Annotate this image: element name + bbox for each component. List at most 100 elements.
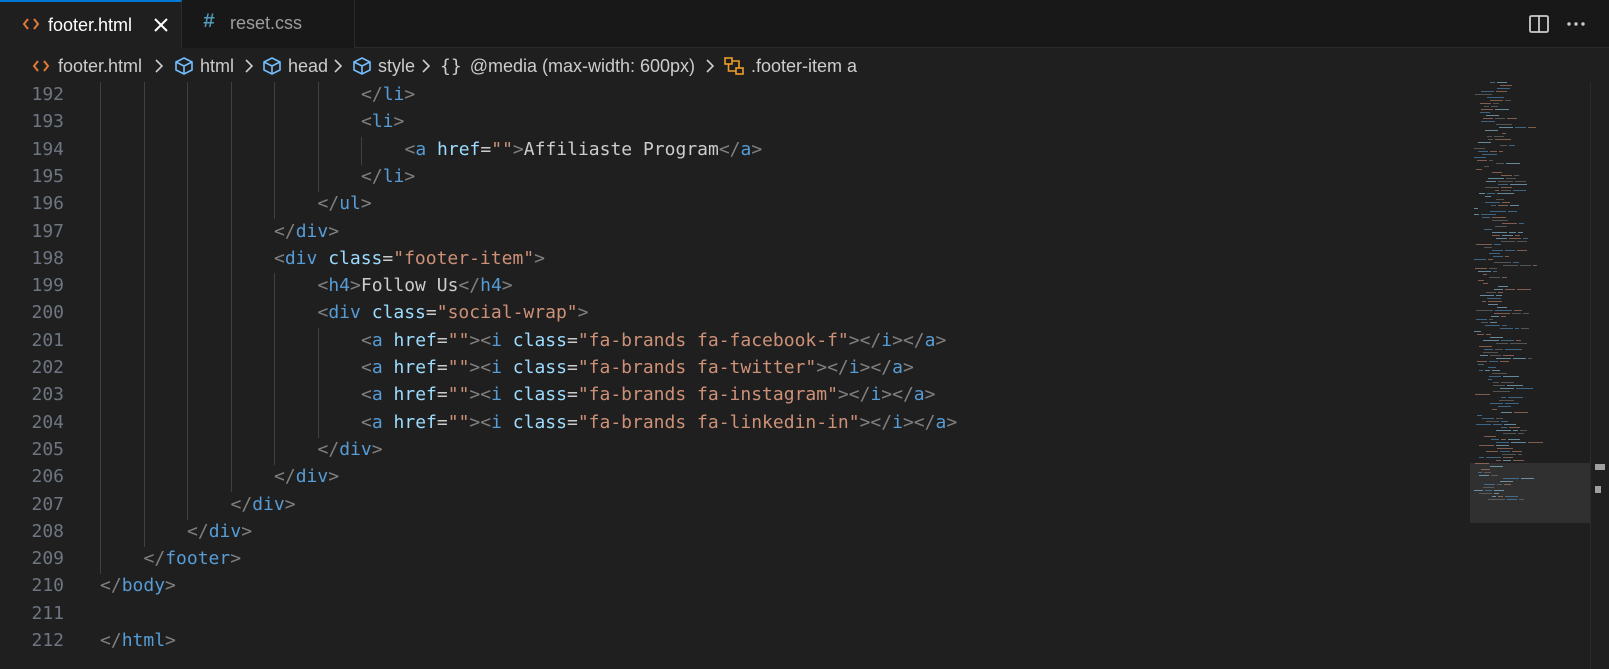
code-token: = xyxy=(436,411,448,433)
minimap-line xyxy=(1514,412,1528,413)
code-line[interactable]: 194 <a href="">Affiliaste Program</a> xyxy=(0,136,1470,165)
code-token: class xyxy=(328,247,383,269)
indent-guide xyxy=(100,409,101,438)
code-token: > xyxy=(165,575,176,597)
minimap-line xyxy=(1492,235,1500,236)
minimap-line xyxy=(1491,475,1498,476)
minimap-line xyxy=(1516,388,1533,389)
minimap-line xyxy=(1500,388,1514,389)
code-token: > xyxy=(501,275,513,297)
code-token: href xyxy=(393,329,437,351)
minimap-line xyxy=(1523,313,1529,314)
indent-guide xyxy=(187,436,188,465)
tab-reset-css[interactable]: # reset.css xyxy=(182,0,355,48)
code-token: i xyxy=(892,411,903,433)
minimap-line xyxy=(1493,382,1499,383)
split-editor-icon[interactable] xyxy=(1527,12,1551,36)
breadcrumb-item-selector[interactable]: .footer-item a xyxy=(723,54,857,78)
code-editor[interactable]: 192 </li> 193 <li> 194 <a href="">Affiliaste … xyxy=(0,82,1470,669)
code-token: "" xyxy=(447,357,470,378)
indent-guide xyxy=(143,382,145,411)
minimap-line xyxy=(1500,451,1510,452)
code-token: </ xyxy=(361,165,383,187)
code-line[interactable]: 199 <h4>Follow Us</h4> xyxy=(0,273,1470,302)
indent-guide xyxy=(100,546,101,575)
code-line[interactable]: 208 </div> xyxy=(0,518,1470,547)
minimap-line xyxy=(1516,340,1521,341)
code-line[interactable]: 200 <div class="social-wrap"> xyxy=(0,300,1470,329)
vertical-scrollbar[interactable] xyxy=(1590,82,1609,669)
breadcrumb-item-html[interactable]: html xyxy=(174,54,234,78)
indent-guide xyxy=(100,191,101,220)
code-line[interactable]: 209 </footer> xyxy=(0,546,1470,575)
minimap-line xyxy=(1480,355,1488,356)
code-line[interactable]: 203 <a href=""><i class="fa-brands fa-ins… xyxy=(0,382,1470,411)
minimap-line xyxy=(1475,268,1487,269)
breadcrumb-item-style[interactable]: style xyxy=(352,54,415,78)
minimap-line xyxy=(1505,250,1515,251)
code-line[interactable]: 198 <div class="footer-item"> xyxy=(0,245,1470,274)
code-token: > xyxy=(404,165,416,187)
minimap-line xyxy=(1496,199,1504,200)
breadcrumb-item-media[interactable]: {} @media (max-width: 600px) xyxy=(440,54,695,78)
code-token: > xyxy=(371,438,383,460)
code-line[interactable]: 195 </li> xyxy=(0,163,1470,192)
code-line[interactable]: 207 </div> xyxy=(0,491,1470,520)
code-line[interactable]: 202 <a href=""><i class="fa-brands fa-twi… xyxy=(0,355,1470,383)
minimap-line xyxy=(1513,358,1526,359)
code-token: i xyxy=(881,329,893,351)
code-text: <div class="social-wrap"> xyxy=(318,302,589,323)
indent-guide xyxy=(187,109,188,138)
braces-icon: {} xyxy=(440,55,462,77)
code-line[interactable]: 192 </li> xyxy=(0,82,1470,110)
minimap-line xyxy=(1518,232,1523,233)
indent-guide xyxy=(143,518,145,547)
minimap-line xyxy=(1514,175,1519,176)
indent-guide xyxy=(100,136,101,165)
minimap-line xyxy=(1495,139,1511,140)
minimap-line xyxy=(1501,397,1506,398)
code-line[interactable]: 197 </div> xyxy=(0,218,1470,247)
minimap-line xyxy=(1509,427,1520,428)
minimap-line xyxy=(1501,175,1512,176)
minimap-line xyxy=(1474,259,1486,260)
code-line[interactable]: 212 </html> xyxy=(0,628,1470,655)
code-token: i xyxy=(491,357,502,378)
indent-guide xyxy=(274,273,275,302)
more-actions-icon[interactable] xyxy=(1564,12,1588,36)
minimap-line xyxy=(1478,142,1491,143)
code-text: </ul> xyxy=(318,193,372,214)
minimap-line xyxy=(1489,319,1493,320)
code-token: > xyxy=(577,302,589,324)
code-line[interactable]: 205 </div> xyxy=(0,436,1470,465)
tab-footer-html[interactable]: footer.html xyxy=(0,0,182,49)
code-line[interactable]: 206 </div> xyxy=(0,464,1470,493)
line-number: 209 xyxy=(31,548,64,570)
code-line[interactable]: 211 xyxy=(0,601,1470,628)
code-text: </div> xyxy=(318,439,383,460)
code-line[interactable]: 204 <a href=""><i class="fa-brands fa-lin… xyxy=(0,409,1470,438)
minimap[interactable] xyxy=(1470,82,1590,669)
close-icon[interactable] xyxy=(151,15,171,35)
html-file-icon xyxy=(32,60,50,72)
code-line[interactable]: 196 </ul> xyxy=(0,191,1470,220)
code-line[interactable]: 193 <li> xyxy=(0,109,1470,138)
minimap-line xyxy=(1476,310,1493,311)
indent-guide xyxy=(100,273,101,302)
code-token: href xyxy=(393,384,437,406)
breadcrumb-item-head[interactable]: head xyxy=(262,54,328,78)
code-token: </ xyxy=(317,193,340,215)
indent-guide xyxy=(187,245,188,274)
minimap-line xyxy=(1478,472,1482,473)
breadcrumb-file[interactable]: footer.html xyxy=(32,54,142,78)
minimap-line xyxy=(1475,94,1492,95)
code-line[interactable]: 201 <a href=""><i class="fa-brands fa-fac… xyxy=(0,327,1470,356)
minimap-line xyxy=(1488,301,1502,302)
minimap-line xyxy=(1504,484,1511,485)
code-line[interactable]: 210 </body> xyxy=(0,573,1470,600)
code-token: body xyxy=(121,575,166,597)
minimap-line xyxy=(1518,433,1524,434)
line-number: 211 xyxy=(31,602,64,624)
breadcrumb-item-label: html xyxy=(200,55,235,76)
code-text: <a href=""><i class="fa-brands fa-instag… xyxy=(361,384,935,405)
